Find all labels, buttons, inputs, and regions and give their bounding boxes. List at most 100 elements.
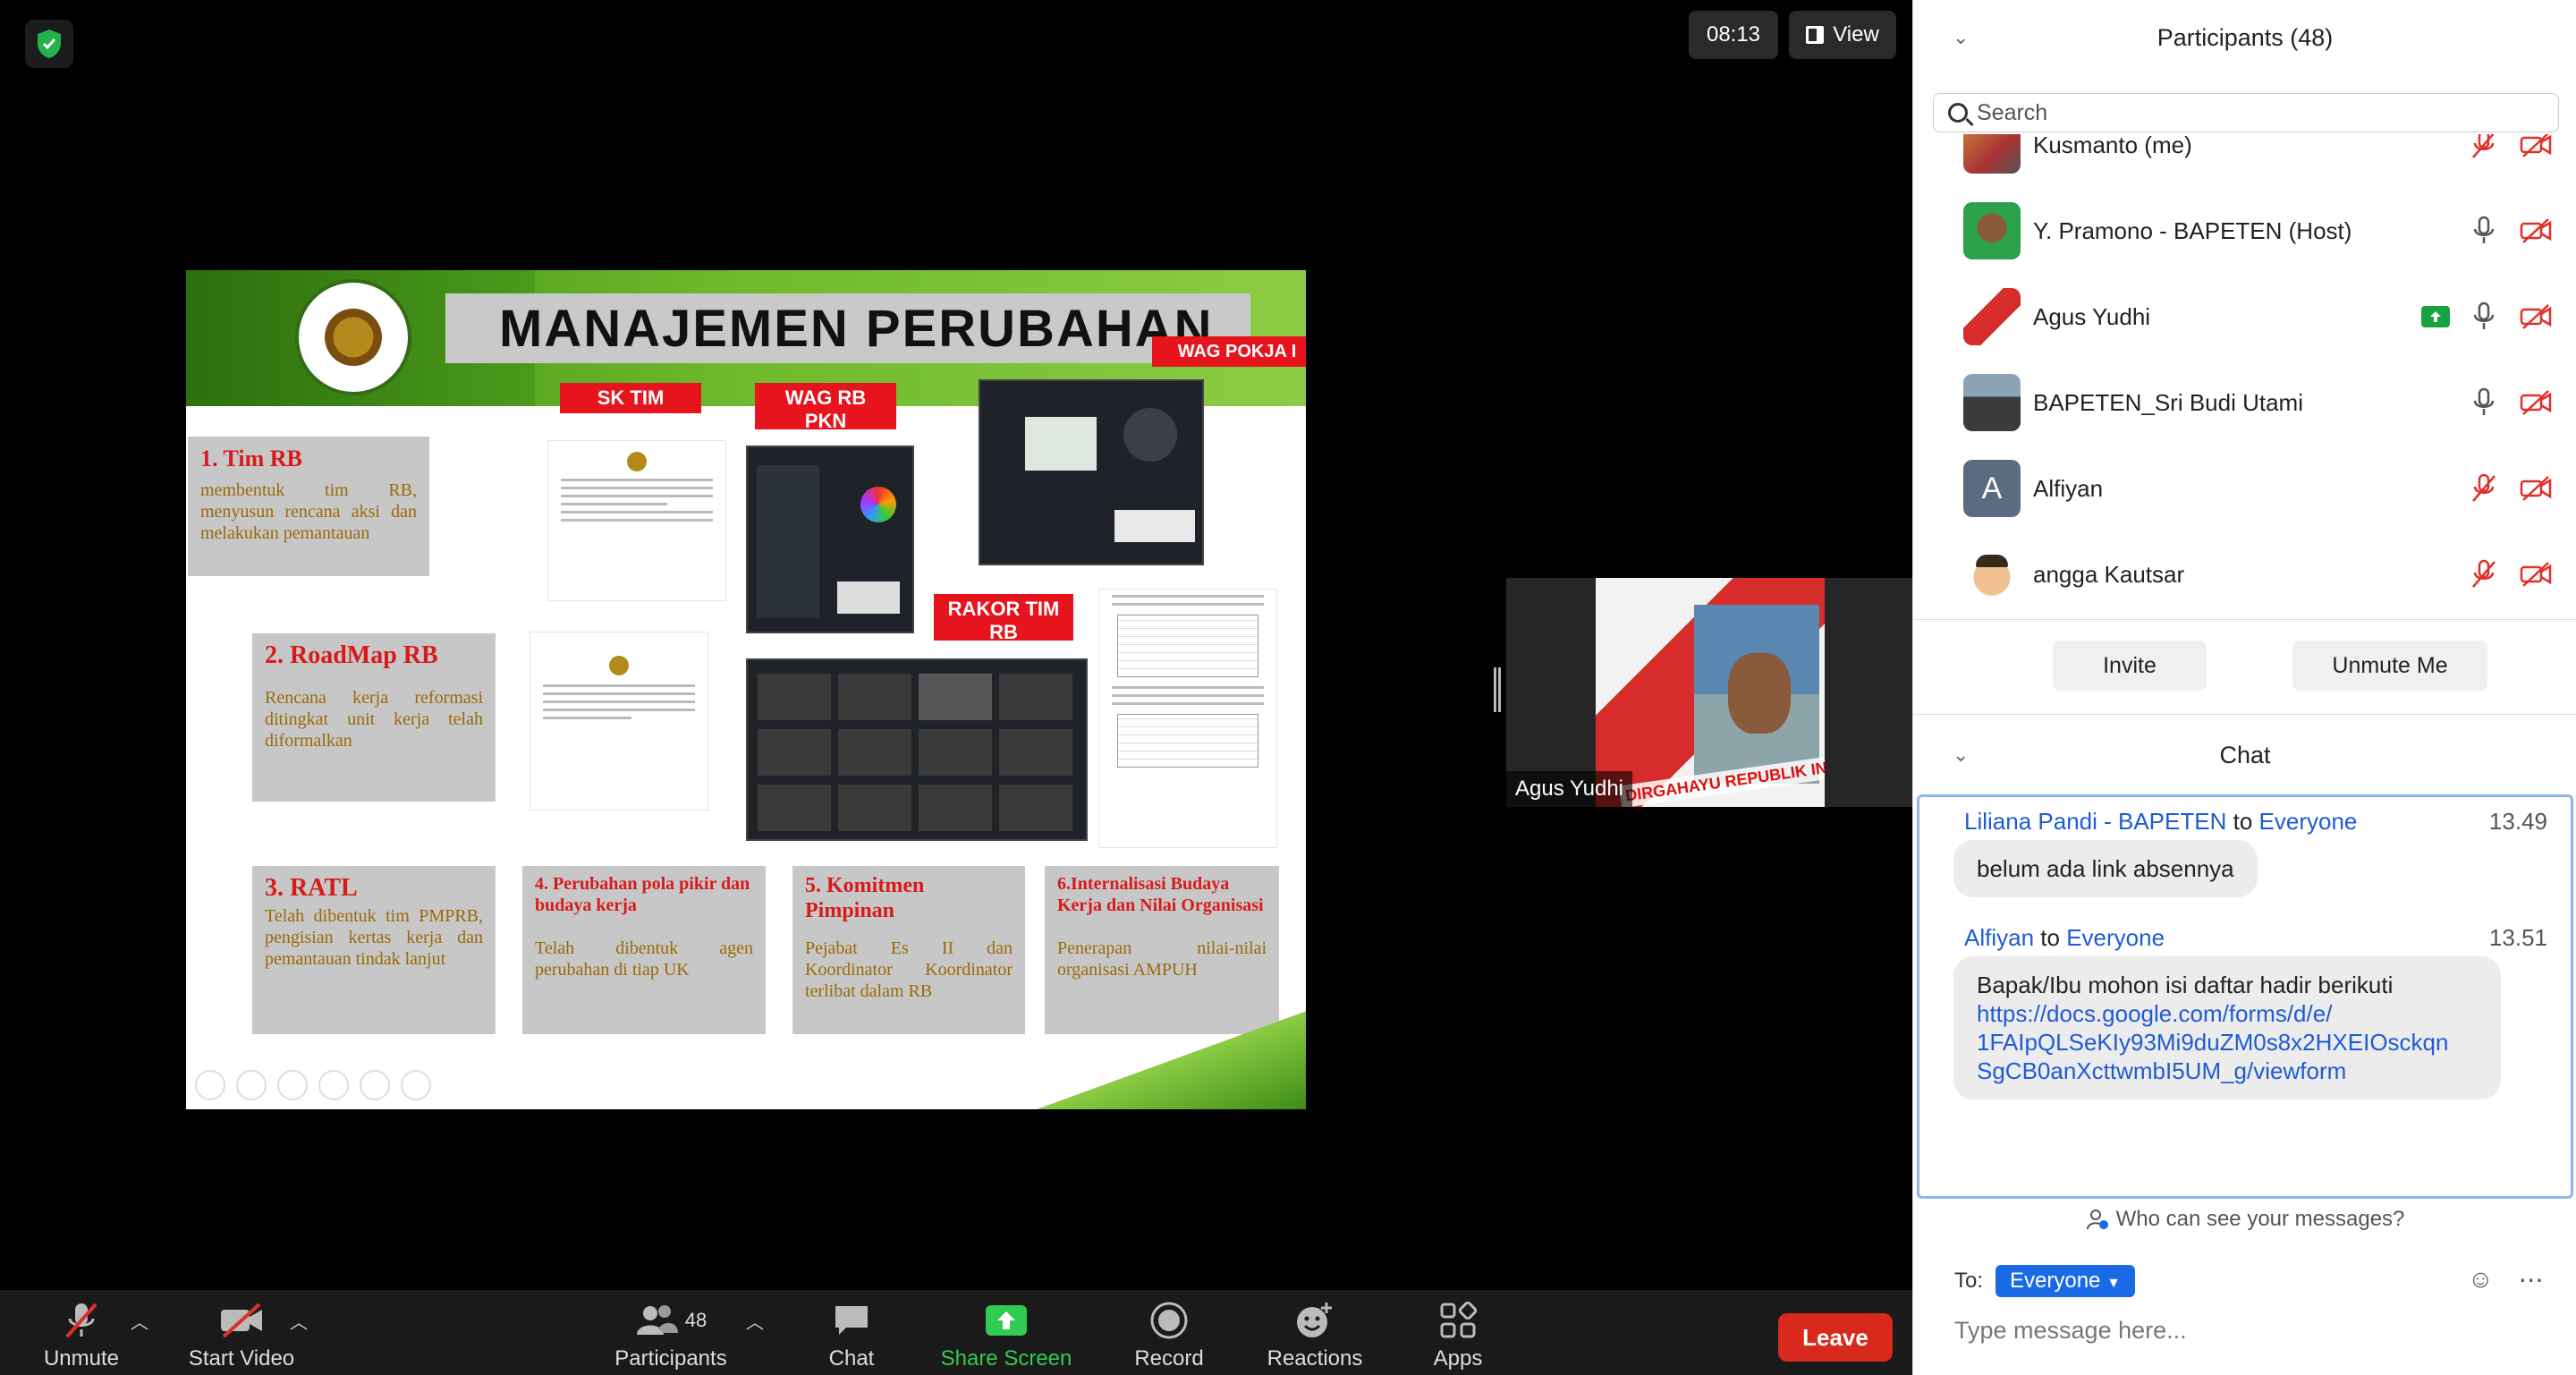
self-video-tile[interactable]: DIRGAHAYU REPUBLIK INDONESIA Agus Yudhi <box>1506 578 1912 807</box>
record-icon <box>1146 1300 1192 1341</box>
slides-grid-icon[interactable] <box>318 1070 349 1100</box>
message-link[interactable]: https://docs.google.com/forms/d/e/ <box>1977 999 2478 1028</box>
box-body: Rencana kerja reformasi ditingkat unit k… <box>265 688 483 751</box>
prev-slide-icon[interactable] <box>195 1070 225 1100</box>
participants-options-chevron-icon[interactable]: ︿ <box>746 1308 764 1334</box>
mic-icon[interactable] <box>2466 299 2502 335</box>
participant-name: Alfiyan <box>2033 474 2104 502</box>
view-label: View <box>1833 22 1879 47</box>
more-options-icon[interactable] <box>401 1070 431 1100</box>
participants-search-input[interactable]: Search <box>1933 93 2559 132</box>
slide-box-pola-pikir: 4. Perubahan pola pikir dan budaya kerja… <box>522 866 766 1034</box>
dropdown-caret-icon: ▼ <box>2106 1276 2121 1291</box>
video-off-icon <box>218 1300 265 1341</box>
share-screen-button[interactable]: Share Screen <box>930 1290 1082 1375</box>
bapeten-logo <box>295 279 411 395</box>
message-recipient[interactable]: Everyone <box>2259 808 2358 835</box>
message-text: belum ada link absennya <box>1977 855 2234 882</box>
chat-message-input[interactable]: Type message here... <box>1954 1317 2187 1345</box>
avatar <box>1963 288 2021 345</box>
video-off-icon[interactable] <box>2518 299 2554 335</box>
split-view-handle[interactable] <box>1494 667 1501 712</box>
participant-row[interactable]: BAPETEN_Sri Budi Utami <box>1913 360 2576 446</box>
slide-box-roadmap: 2. RoadMap RB Rencana kerja reformasi di… <box>252 633 496 802</box>
mic-icon[interactable] <box>2466 213 2502 249</box>
participant-name: BAPETEN_Sri Budi Utami <box>2033 388 2303 416</box>
mic-icon[interactable] <box>2466 385 2502 420</box>
view-button[interactable]: View <box>1789 11 1896 59</box>
mic-muted-icon[interactable] <box>2466 471 2502 506</box>
reactions-button[interactable]: Reactions <box>1252 1290 1377 1375</box>
leave-button[interactable]: Leave <box>1778 1313 1893 1362</box>
rakor-document <box>1098 589 1277 848</box>
message-link[interactable]: SgCB0anXcttwmbI5UM_g/viewform <box>1977 1057 2478 1085</box>
video-off-icon[interactable] <box>2518 471 2554 506</box>
apps-button[interactable]: Apps <box>1413 1290 1503 1375</box>
video-off-icon[interactable] <box>2518 556 2554 592</box>
mic-muted-icon[interactable] <box>2466 134 2502 163</box>
participant-row[interactable]: Kusmanto (me) <box>1913 134 2576 188</box>
participant-name: Agus Yudhi <box>2033 302 2151 330</box>
box-title: 6.Internalisasi Budaya Kerja dan Nilai O… <box>1057 874 1264 915</box>
slide-box-tim-rb: 1. Tim RB membentuk tim RB, menyusun ren… <box>188 437 429 576</box>
pen-icon[interactable] <box>277 1070 308 1100</box>
message-to-word: to <box>2040 924 2060 951</box>
tag-wag-pokja: WAG POKJA I <box>1152 336 1306 367</box>
meeting-toolbar: Unmute ︿ Start Video ︿ 48 Participants ︿… <box>0 1290 1912 1375</box>
slide-title: MANAJEMEN PERUBAHAN <box>445 293 1250 363</box>
unmute-me-button[interactable]: Unmute Me <box>2292 641 2487 691</box>
emoji-icon[interactable]: ☺ <box>2468 1265 2494 1294</box>
video-options-chevron-icon[interactable]: ︿ <box>290 1308 308 1334</box>
start-video-button[interactable]: Start Video <box>179 1290 304 1375</box>
video-off-icon[interactable] <box>2518 385 2554 420</box>
next-slide-icon[interactable] <box>236 1070 267 1100</box>
video-off-icon[interactable] <box>2518 134 2554 163</box>
message-time: 13.49 <box>2488 808 2547 835</box>
message-sender[interactable]: Liliana Pandi - BAPETEN <box>1964 808 2226 835</box>
participants-label: Participants <box>614 1346 727 1371</box>
collapse-chat-chevron-icon[interactable]: ⌄ <box>1953 743 1969 767</box>
box-body: membentuk tim RB, menyusun rencana aksi … <box>200 480 417 543</box>
chat-label: Chat <box>828 1346 875 1371</box>
message-header: Alfiyan to Everyone <box>1964 924 2165 952</box>
message-link[interactable]: 1FAIpQLSeKIy93Mi9duZM0s8x2HXEIOsckqn <box>1977 1028 2478 1057</box>
participant-row[interactable]: angga Kautsar <box>1913 531 2576 617</box>
box-title: 1. Tim RB <box>200 446 302 471</box>
record-button[interactable]: Record <box>1120 1290 1218 1375</box>
security-shield-icon[interactable] <box>25 20 73 68</box>
participants-button[interactable]: 48 Participants <box>608 1290 733 1375</box>
invite-button[interactable]: Invite <box>2053 641 2207 691</box>
unmute-button[interactable]: Unmute <box>32 1290 131 1375</box>
participants-count: 48 <box>684 1309 708 1331</box>
participants-header: ⌄ Participants (48) <box>1913 2 2576 73</box>
message-bubble: belum ada link absennya <box>1953 840 2258 897</box>
chat-button[interactable]: Chat <box>807 1290 896 1375</box>
video-off-icon[interactable] <box>2518 213 2554 249</box>
message-recipient[interactable]: Everyone <box>2066 924 2165 951</box>
box-title: 4. Perubahan pola pikir dan budaya kerja <box>535 874 750 915</box>
apps-icon <box>1435 1300 1481 1341</box>
search-icon <box>1948 103 1968 123</box>
who-can-see-messages[interactable]: Who can see your messages? <box>1913 1204 2576 1235</box>
presentation-slide: MANAJEMEN PERUBAHAN WAG POKJA I SK TIM W… <box>186 270 1306 1109</box>
chat-title: Chat <box>2219 741 2271 768</box>
zoom-icon[interactable] <box>360 1070 390 1100</box>
slide-box-ratl: 3. RATL Telah dibentuk tim PMPRB, pengis… <box>252 866 496 1034</box>
box-body: Penerapan nilai-nilai organisasi AMPUH <box>1057 938 1267 980</box>
collapse-participants-chevron-icon[interactable]: ⌄ <box>1953 26 1969 49</box>
participant-row[interactable]: Agus Yudhi <box>1913 274 2576 360</box>
more-options-icon[interactable]: ⋯ <box>2519 1265 2544 1294</box>
participants-title: Participants (48) <box>2157 23 2334 51</box>
roadmap-document <box>530 632 708 811</box>
mic-muted-icon[interactable] <box>2466 556 2502 592</box>
message-sender[interactable]: Alfiyan <box>1964 924 2034 951</box>
share-screen-label: Share Screen <box>940 1346 1072 1371</box>
recipient-value: Everyone <box>2010 1269 2101 1293</box>
box-title: 2. RoadMap RB <box>265 641 438 669</box>
participant-row[interactable]: Y. Pramono - BAPETEN (Host) <box>1913 188 2576 274</box>
participants-list: Kusmanto (me) Y. Pramono - BAPETEN (Host… <box>1913 134 2576 617</box>
audio-options-chevron-icon[interactable]: ︿ <box>131 1308 148 1334</box>
participant-row[interactable]: A Alfiyan <box>1913 446 2576 531</box>
recipient-select[interactable]: Everyone ▼ <box>1996 1265 2135 1297</box>
slide-navigation[interactable] <box>195 1070 431 1100</box>
